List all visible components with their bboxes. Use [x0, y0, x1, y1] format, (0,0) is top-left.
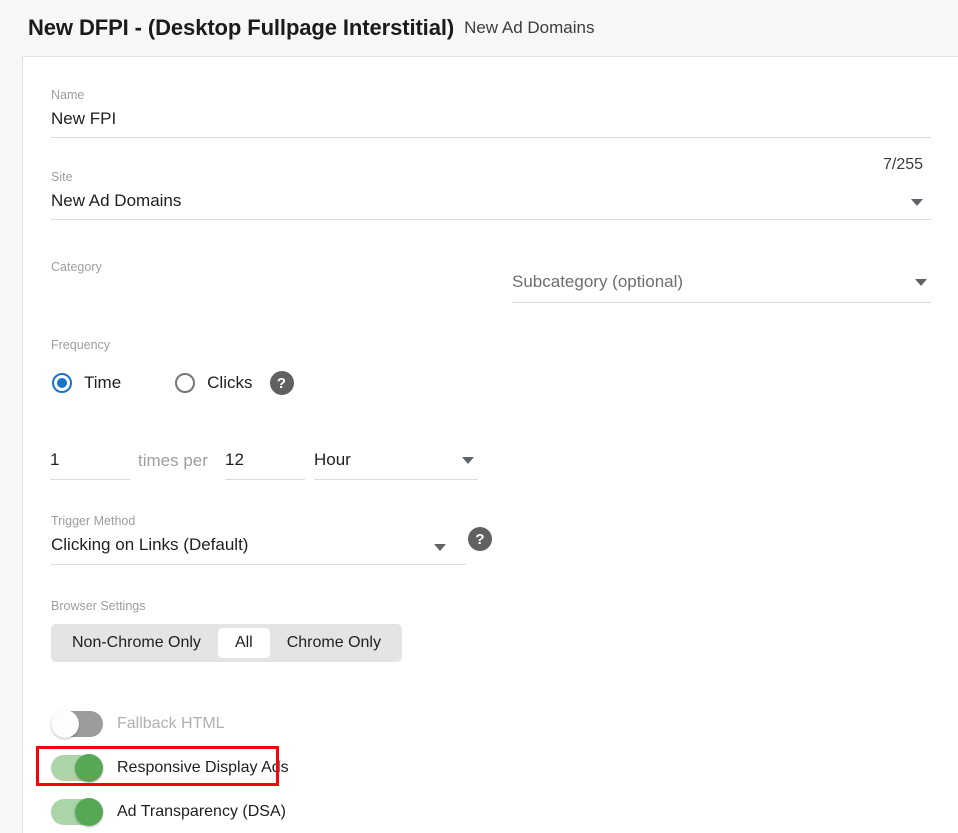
- browser-settings-group: Browser Settings: [51, 599, 145, 614]
- page-subtitle: New Ad Domains: [464, 18, 594, 38]
- frequency-count-input[interactable]: 1: [50, 449, 130, 471]
- toggle-knob: [75, 754, 103, 782]
- times-per-label: times per: [138, 451, 208, 471]
- toggle-fallback-html[interactable]: [51, 711, 103, 737]
- site-underline: [51, 219, 931, 220]
- form-card: Name New FPI 7/255 Site New Ad Domains C…: [22, 56, 958, 833]
- toggle-row-responsive-display-ads[interactable]: Responsive Display Ads: [51, 755, 289, 781]
- category-field-group[interactable]: Category: [51, 260, 471, 275]
- segment-all[interactable]: All: [218, 628, 270, 658]
- chevron-down-icon[interactable]: [462, 457, 474, 464]
- frequency-unit-underline: [314, 479, 478, 480]
- category-label: Category: [51, 260, 471, 275]
- subcategory-underline: [512, 302, 931, 303]
- trigger-method-underline: [51, 564, 466, 565]
- trigger-method-label: Trigger Method: [51, 514, 466, 529]
- segment-chrome-only[interactable]: Chrome Only: [270, 628, 398, 658]
- site-select-value[interactable]: New Ad Domains: [51, 190, 931, 212]
- toggle-responsive-display-ads[interactable]: [51, 755, 103, 781]
- chevron-down-icon[interactable]: [915, 279, 927, 286]
- toggle-row-ad-transparency[interactable]: Ad Transparency (DSA): [51, 799, 286, 825]
- site-label: Site: [51, 170, 931, 185]
- subcategory-field-group[interactable]: Subcategory (optional): [512, 271, 931, 303]
- subcategory-select-value[interactable]: Subcategory (optional): [512, 271, 931, 293]
- toggle-responsive-display-ads-label: Responsive Display Ads: [117, 759, 289, 777]
- radio-clicks[interactable]: [175, 373, 195, 393]
- page-title: New DFPI - (Desktop Fullpage Interstitia…: [28, 15, 454, 41]
- frequency-radio-group: Time Clicks ?: [52, 371, 294, 395]
- frequency-interval-underline: [225, 479, 305, 480]
- browser-settings-label: Browser Settings: [51, 599, 145, 614]
- page-header: New DFPI - (Desktop Fullpage Interstitia…: [0, 0, 958, 56]
- app-page: New DFPI - (Desktop Fullpage Interstitia…: [0, 0, 958, 833]
- site-field-group[interactable]: Site New Ad Domains: [51, 170, 931, 220]
- name-field-group: Name New FPI: [51, 88, 931, 138]
- name-label: Name: [51, 88, 931, 103]
- toggle-knob: [51, 710, 79, 738]
- segment-non-chrome-only[interactable]: Non-Chrome Only: [55, 628, 218, 658]
- frequency-label-group: Frequency: [51, 338, 110, 353]
- toggle-ad-transparency[interactable]: [51, 799, 103, 825]
- frequency-unit-select-value[interactable]: Hour: [314, 449, 478, 471]
- frequency-count-underline: [50, 479, 130, 480]
- toggle-knob: [75, 798, 103, 826]
- chevron-down-icon[interactable]: [434, 544, 446, 551]
- name-underline: [51, 137, 931, 138]
- toggle-row-fallback-html[interactable]: Fallback HTML: [51, 711, 225, 737]
- frequency-interval-input[interactable]: 12: [225, 449, 305, 471]
- frequency-unit-group[interactable]: Hour: [314, 449, 478, 480]
- trigger-method-select-value[interactable]: Clicking on Links (Default): [51, 534, 466, 556]
- help-circle-icon[interactable]: ?: [468, 527, 492, 551]
- browser-settings-segmented-control: Non-Chrome Only All Chrome Only: [51, 624, 402, 662]
- help-circle-icon[interactable]: ?: [270, 371, 294, 395]
- chevron-down-icon[interactable]: [911, 199, 923, 206]
- radio-time-label: Time: [84, 373, 121, 393]
- frequency-count-group[interactable]: 1: [50, 449, 130, 480]
- toggle-fallback-html-label: Fallback HTML: [117, 715, 225, 733]
- trigger-method-group[interactable]: Trigger Method Clicking on Links (Defaul…: [51, 514, 466, 565]
- frequency-interval-group[interactable]: 12: [225, 449, 305, 480]
- radio-time[interactable]: [52, 373, 72, 393]
- name-input[interactable]: New FPI: [51, 108, 931, 130]
- toggle-ad-transparency-label: Ad Transparency (DSA): [117, 803, 286, 821]
- radio-clicks-label: Clicks: [207, 373, 252, 393]
- frequency-label: Frequency: [51, 338, 110, 353]
